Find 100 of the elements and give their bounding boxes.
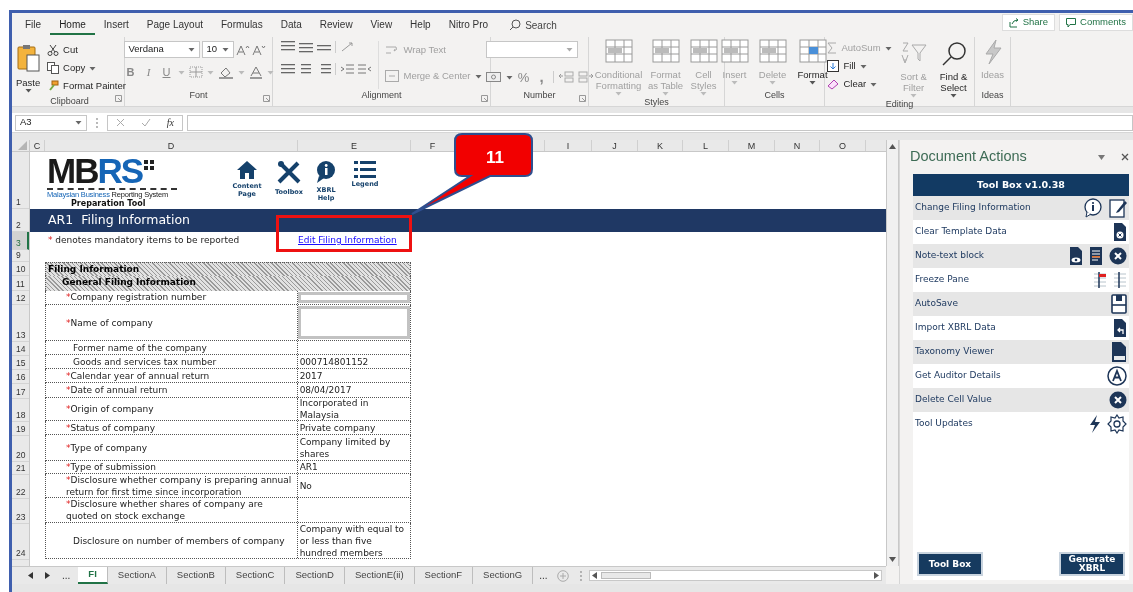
menu-tab[interactable]: Page Layout (137, 15, 212, 35)
row-header[interactable]: 3 (12, 232, 29, 250)
ribbon-button[interactable]: Find & Select (935, 39, 972, 98)
row-header[interactable]: 20 (12, 436, 29, 462)
column-header[interactable]: K (638, 140, 683, 151)
scroll-up-icon (889, 144, 896, 149)
dropdown-field[interactable]: Verdana (123, 41, 200, 58)
fill-color-icon (217, 65, 234, 79)
freeze-pane-icon (1113, 271, 1127, 289)
ribbon-button[interactable]: Fill (827, 57, 892, 75)
toolbox-item[interactable]: Change Filing Information (913, 196, 1129, 220)
column-header[interactable]: C (30, 140, 45, 151)
menu-tab[interactable]: Formulas (212, 15, 272, 35)
row-header[interactable]: 24 (12, 524, 29, 560)
caret-icon (206, 69, 214, 75)
share-button[interactable]: Share (1001, 14, 1056, 31)
menu-tab[interactable]: Data (271, 15, 311, 35)
name-box[interactable]: A3 (15, 114, 87, 131)
wrap-text-icon (385, 44, 400, 56)
column-header[interactable]: O (820, 140, 866, 151)
toolbox-item[interactable]: Delete Cell Value (913, 388, 1129, 412)
indent-icon (340, 63, 355, 75)
row-header[interactable]: 17 (12, 384, 29, 399)
row-header[interactable]: 10 (12, 262, 29, 276)
field-value: No (298, 479, 313, 492)
row-header[interactable]: 16 (12, 370, 29, 384)
menu-tab[interactable]: View (361, 15, 402, 35)
dots-icon (144, 160, 155, 170)
caret-icon (505, 74, 513, 80)
column-header[interactable]: D (45, 140, 298, 151)
field-label: Goods and services tax number (72, 355, 218, 368)
toolbox-button[interactable]: Tool Box (917, 552, 983, 576)
comments-button[interactable]: Comments (1059, 14, 1133, 31)
ribbon-button[interactable]: Clear (827, 75, 892, 93)
row-header[interactable]: 18 (12, 399, 29, 422)
toolbox-item[interactable]: AutoSave (913, 292, 1129, 316)
menu-tab[interactable]: Nitro Pro (439, 15, 498, 35)
ribbon-button[interactable]: Paste (13, 41, 44, 93)
row-header[interactable]: 11 (12, 276, 29, 291)
row-header[interactable]: 19 (12, 422, 29, 436)
toolbox-button[interactable]: Generate XBRL (1059, 552, 1125, 576)
edit-filing-link[interactable]: Edit Filing Information (298, 234, 397, 248)
column-header[interactable]: M (729, 140, 775, 151)
ribbon-button[interactable]: Format (795, 37, 830, 85)
row-header[interactable]: 9 (12, 250, 29, 262)
caret-icon (662, 91, 669, 96)
row-header[interactable]: 23 (12, 499, 29, 524)
search-field[interactable]: Search (525, 17, 557, 33)
ribbon-button[interactable]: Cut (47, 41, 126, 59)
dropdown-field[interactable]: 10 (201, 41, 234, 58)
merge-cells-icon (385, 70, 400, 82)
toolbox-item[interactable]: Taxonomy Viewer (913, 340, 1129, 364)
column-header[interactable]: I (545, 140, 592, 151)
formula-field[interactable] (187, 114, 1133, 131)
menu-tab[interactable]: Review (310, 15, 362, 35)
toolbox-item[interactable]: Note-text block (913, 244, 1129, 268)
tools-icon (276, 160, 302, 186)
column-header[interactable]: J (592, 140, 638, 151)
menu-tab[interactable]: File (16, 15, 51, 35)
column-header[interactable]: L (683, 140, 729, 151)
field-value: Incorporated in Malaysia (298, 397, 370, 422)
field-value: AR1 (298, 461, 319, 474)
toolbox-item[interactable]: Get Auditor Details (913, 364, 1129, 388)
scroll-right-icon (45, 572, 50, 579)
insert-function-button[interactable]: fx (166, 115, 174, 130)
document-import-icon (1113, 318, 1127, 338)
toolbox-item[interactable]: Tool Updates (913, 412, 1129, 436)
increase-decimal-icon (557, 71, 574, 84)
ribbon-button[interactable]: Copy (47, 59, 126, 77)
vertical-scrollbar[interactable] (886, 140, 899, 566)
row-header[interactable]: 15 (12, 356, 29, 370)
more-tabs[interactable]: ... (62, 568, 71, 583)
field-value: Private company (298, 421, 377, 434)
field-label: *Origin of company (65, 403, 155, 416)
row-header[interactable]: 12 (12, 291, 29, 305)
menu-tab[interactable]: Home (50, 15, 95, 35)
number-format-field[interactable] (485, 41, 578, 58)
row-header[interactable]: 13 (12, 305, 29, 342)
more-tabs[interactable]: ... (533, 568, 554, 583)
menu-tab[interactable]: Insert (94, 15, 138, 35)
ribbon-button[interactable]: Format Painter (47, 77, 126, 95)
menu-tab[interactable]: Help (401, 15, 440, 35)
input-field[interactable] (297, 291, 410, 303)
field-value: Company with equal to or less than five hundred members (298, 522, 406, 559)
fill-down-icon (827, 60, 840, 72)
column-header[interactable]: E (298, 140, 411, 151)
caret-icon (89, 65, 97, 71)
row-header[interactable]: 22 (12, 475, 29, 499)
group-label: Cells (763, 88, 786, 102)
toolbox-item[interactable]: Import XBRL Data (913, 316, 1129, 340)
input-field[interactable] (297, 305, 410, 340)
row-header[interactable]: 14 (12, 342, 29, 356)
row-header[interactable]: 21 (12, 462, 29, 475)
horizontal-scrollbar[interactable] (589, 570, 882, 581)
row-header[interactable]: 1 (12, 152, 29, 209)
sheet-tab[interactable]: FI (78, 567, 108, 584)
field-label: Former name of the company (72, 341, 208, 354)
column-header[interactable]: N (775, 140, 820, 151)
field-value: 2017 (298, 369, 324, 382)
toolbox-item[interactable]: Clear Template Data (913, 220, 1129, 244)
